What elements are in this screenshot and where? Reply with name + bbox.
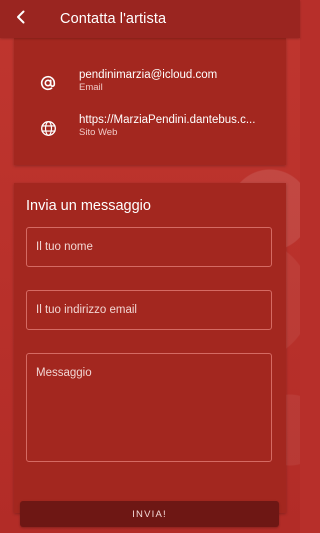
contact-website-value: https://MarziaPendini.dantebus.c... <box>79 114 256 126</box>
email-input[interactable]: Il tuo indirizzo email <box>26 290 272 330</box>
message-form-card: Invia un messaggio Il tuo nome Il tuo in… <box>14 183 286 513</box>
contact-email-row[interactable]: pendinimarzia@icloud.com Email <box>14 68 286 108</box>
back-button[interactable] <box>2 0 40 38</box>
email-placeholder: Il tuo indirizzo email <box>36 304 137 316</box>
submit-button[interactable]: INVIA! <box>20 501 279 527</box>
message-textarea[interactable]: Messaggio <box>26 353 272 462</box>
contact-website-label: Sito Web <box>79 127 118 138</box>
message-placeholder: Messaggio <box>36 367 92 379</box>
contact-email-value: pendinimarzia@icloud.com <box>79 69 218 81</box>
contact-website-row[interactable]: https://MarziaPendini.dantebus.c... Sito… <box>14 113 286 153</box>
contact-email-label: Email <box>79 82 103 93</box>
globe-icon <box>36 116 60 140</box>
app-bar: Contatta l'artista <box>0 0 300 38</box>
page-title: Contatta l'artista <box>60 11 167 27</box>
name-input[interactable]: Il tuo nome <box>26 227 272 267</box>
form-heading: Invia un messaggio <box>26 198 151 214</box>
at-sign-icon <box>36 71 60 95</box>
name-placeholder: Il tuo nome <box>36 241 93 253</box>
arrow-back-icon <box>13 9 29 30</box>
contact-info-card: pendinimarzia@icloud.com Email https://M… <box>14 38 286 165</box>
